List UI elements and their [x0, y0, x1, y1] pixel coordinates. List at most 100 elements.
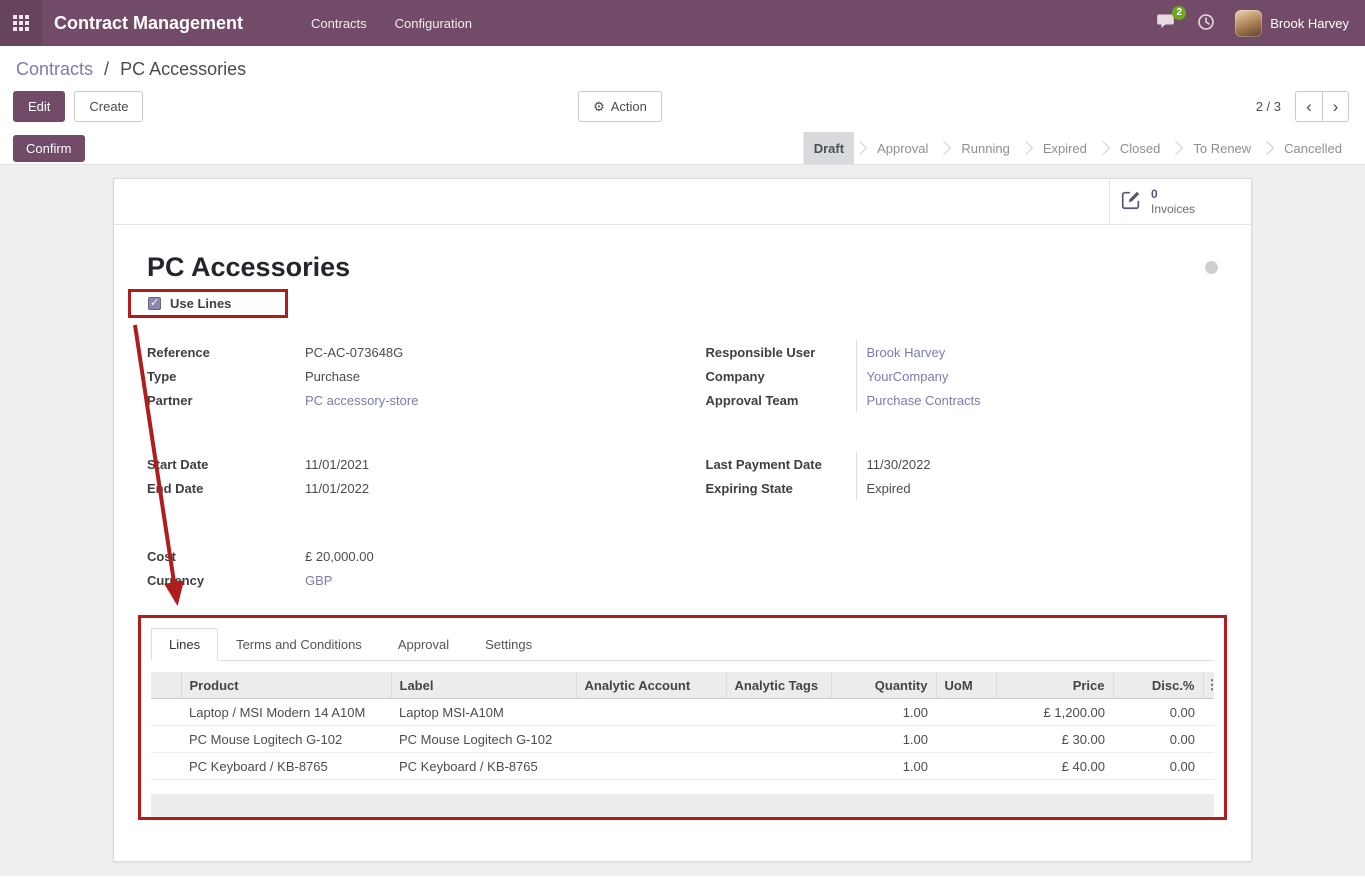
col-analytic-tags-header[interactable]: Analytic Tags [726, 672, 831, 699]
field-value-last-payment-date: 11/30/2022 [856, 452, 1219, 476]
col-product-header[interactable]: Product [181, 672, 391, 699]
field-value-responsible-user[interactable]: Brook Harvey [867, 345, 946, 360]
pager: 2 / 3 ‹ › [1256, 91, 1349, 122]
field-value-currency[interactable]: GBP [305, 573, 332, 588]
control-panel: Edit Create ⚙Action 2 / 3 ‹ › [0, 90, 1365, 132]
table-header-row: Product Label Analytic Account Analytic … [151, 672, 1214, 699]
field-value-end-date: 11/01/2022 [305, 476, 660, 500]
field-value-expiring-state: Expired [856, 476, 1219, 500]
apps-grid-icon [13, 15, 29, 31]
pager-value[interactable]: 2 / 3 [1256, 99, 1281, 114]
field-group-dates: Start Date 11/01/2021 End Date 11/01/202… [147, 452, 1218, 500]
field-value-company[interactable]: YourCompany [867, 369, 949, 384]
status-running[interactable]: Running [951, 132, 1019, 164]
col-analytic-account-header[interactable]: Analytic Account [576, 672, 726, 699]
annotation-box-use-lines: ✓ Use Lines [128, 289, 288, 318]
button-box: 0 Invoices [114, 179, 1251, 225]
statusbar: Draft Approval Running Expired Closed To… [803, 132, 1365, 164]
chevron-left-icon: ‹ [1306, 98, 1312, 115]
messages-button[interactable]: 2 [1157, 13, 1177, 33]
apps-menu-button[interactable] [0, 0, 42, 46]
main-menu-bar: Contracts Configuration [299, 2, 484, 45]
field-value-cost: £ 20,000.00 [305, 544, 660, 568]
menu-contracts[interactable]: Contracts [299, 2, 379, 45]
status-arrow-separator [1170, 132, 1183, 164]
activities-button[interactable] [1197, 13, 1215, 34]
kanban-state-dot [1205, 261, 1218, 274]
field-value-approval-team[interactable]: Purchase Contracts [867, 393, 981, 408]
systray: 2 Brook Harvey [1157, 10, 1349, 37]
field-partner: Partner PC accessory-store [147, 388, 660, 412]
col-quantity-header[interactable]: Quantity [831, 672, 936, 699]
notebook-tabs: Lines Terms and Conditions Approval Sett… [151, 628, 1214, 661]
breadcrumb-separator: / [104, 59, 109, 79]
field-responsible-user: Responsible User Brook Harvey [706, 340, 1219, 364]
status-to-renew[interactable]: To Renew [1183, 132, 1261, 164]
status-approval[interactable]: Approval [867, 132, 938, 164]
action-button[interactable]: ⚙Action [578, 91, 662, 122]
row-handle [151, 699, 181, 726]
status-expired[interactable]: Expired [1033, 132, 1097, 164]
status-arrow-separator [938, 132, 951, 164]
user-menu[interactable]: Brook Harvey [1235, 10, 1349, 37]
control-panel-buttons: Edit Create [13, 91, 143, 122]
breadcrumb-contracts[interactable]: Contracts [16, 59, 93, 79]
table-row[interactable]: PC Mouse Logitech G-102 PC Mouse Logitec… [151, 726, 1214, 753]
field-approval-team: Approval Team Purchase Contracts [706, 388, 1219, 412]
record-title: PC Accessories [147, 251, 350, 283]
field-currency: Currency GBP [147, 568, 660, 592]
field-value-start-date: 11/01/2021 [305, 452, 660, 476]
col-label-header[interactable]: Label [391, 672, 576, 699]
edit-button[interactable]: Edit [13, 91, 65, 122]
use-lines-checkbox[interactable]: ✓ [148, 297, 161, 310]
field-start-date: Start Date 11/01/2021 [147, 452, 660, 476]
tab-lines[interactable]: Lines [151, 628, 218, 661]
col-uom-header[interactable]: UoM [936, 672, 996, 699]
field-group-main: Reference PC-AC-073648G Type Purchase Pa… [147, 340, 1218, 412]
pencil-square-icon [1120, 189, 1142, 214]
top-navbar: Contract Management Contracts Configurat… [0, 0, 1365, 46]
user-avatar [1235, 10, 1262, 37]
table-row[interactable]: PC Keyboard / KB-8765 PC Keyboard / KB-8… [151, 753, 1214, 780]
col-disc-header[interactable]: Disc.% [1113, 672, 1203, 699]
tab-approval[interactable]: Approval [380, 628, 467, 661]
field-cost: Cost £ 20,000.00 [147, 544, 660, 568]
invoices-count: 0 [1151, 187, 1195, 201]
status-draft[interactable]: Draft [804, 132, 854, 164]
field-type: Type Purchase [147, 364, 660, 388]
status-cancelled[interactable]: Cancelled [1274, 132, 1352, 164]
invoices-stat-button[interactable]: 0 Invoices [1109, 179, 1251, 224]
field-group-cost: Cost £ 20,000.00 Currency GBP [147, 544, 1218, 592]
breadcrumb-current: PC Accessories [120, 59, 246, 79]
field-value-type: Purchase [305, 364, 660, 388]
row-handle [151, 753, 181, 780]
gear-icon: ⚙ [593, 99, 605, 114]
chevron-right-icon: › [1333, 98, 1339, 115]
messages-badge: 2 [1172, 6, 1186, 20]
statusbar-row: Confirm Draft Approval Running Expired C… [0, 132, 1365, 165]
tab-terms-and-conditions[interactable]: Terms and Conditions [218, 628, 380, 661]
row-handle [151, 726, 181, 753]
field-last-payment-date: Last Payment Date 11/30/2022 [706, 452, 1219, 476]
breadcrumb: Contracts / PC Accessories [0, 46, 1365, 90]
invoices-label: Invoices [1151, 202, 1195, 216]
lines-table: Product Label Analytic Account Analytic … [151, 672, 1214, 780]
field-value-partner[interactable]: PC accessory-store [305, 393, 418, 408]
page-bottom-strip [0, 876, 1365, 884]
field-company: Company YourCompany [706, 364, 1219, 388]
table-row[interactable]: Laptop / MSI Modern 14 A10M Laptop MSI-A… [151, 699, 1214, 726]
create-button[interactable]: Create [74, 91, 143, 122]
status-closed[interactable]: Closed [1110, 132, 1170, 164]
tab-settings[interactable]: Settings [467, 628, 550, 661]
row-handle-header [151, 672, 181, 699]
pager-previous-button[interactable]: ‹ [1295, 91, 1322, 122]
clock-icon [1197, 13, 1215, 34]
pager-next-button[interactable]: › [1322, 91, 1349, 122]
field-reference: Reference PC-AC-073648G [147, 340, 660, 364]
col-price-header[interactable]: Price [996, 672, 1113, 699]
field-expiring-state: Expiring State Expired [706, 476, 1219, 500]
menu-configuration[interactable]: Configuration [383, 2, 484, 45]
confirm-button[interactable]: Confirm [13, 135, 85, 162]
optional-columns-toggle[interactable]: ⋮ [1203, 672, 1214, 699]
app-title: Contract Management [54, 13, 243, 34]
